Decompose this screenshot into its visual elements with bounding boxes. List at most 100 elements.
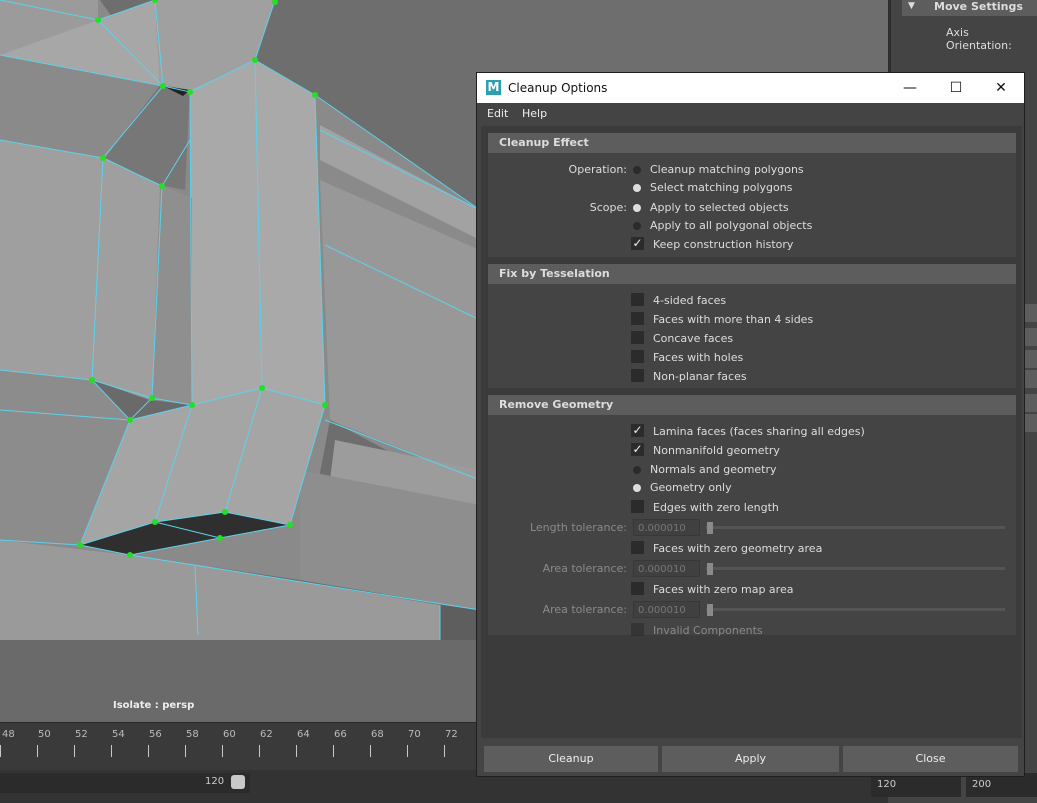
map-area-tolerance-field[interactable]: 0.000010	[633, 601, 700, 618]
operation-label: Operation:	[568, 163, 627, 176]
close-button[interactable]: Close	[843, 746, 1018, 772]
range-slider-handle[interactable]	[231, 775, 245, 789]
move-settings-title: Move Settings	[934, 0, 1023, 13]
tick-label: 56	[149, 729, 162, 740]
concave-checkbox[interactable]	[631, 331, 644, 344]
tick-mark	[259, 745, 260, 757]
move-settings-header[interactable]: ▼ Move Settings	[902, 0, 1037, 16]
tick-label: 52	[75, 729, 88, 740]
remove-geometry-section: Remove Geometry ✓ Lamina faces (faces sh…	[488, 395, 1016, 637]
invalid-components-label[interactable]: Invalid Components	[653, 624, 763, 637]
radio-cleanup-matching[interactable]	[633, 166, 641, 174]
tick-mark	[0, 745, 1, 757]
radio-normals-geometry[interactable]	[633, 466, 641, 474]
fix-tesselation-header[interactable]: Fix by Tesselation	[488, 264, 1016, 284]
maya-logo-icon: M	[486, 80, 501, 95]
tick-mark	[333, 745, 334, 757]
tick-mark	[407, 745, 408, 757]
scope-label: Scope:	[589, 201, 627, 214]
tick-label: 64	[297, 729, 310, 740]
tick-mark	[185, 745, 186, 757]
remove-geometry-title: Remove Geometry	[499, 398, 614, 411]
zero-length-edges-checkbox[interactable]	[631, 500, 644, 513]
concave-label[interactable]: Concave faces	[653, 332, 733, 345]
tick-mark	[296, 745, 297, 757]
invalid-components-checkbox[interactable]	[631, 623, 644, 636]
tick-mark	[222, 745, 223, 757]
more-than-four-label[interactable]: Faces with more than 4 sides	[653, 313, 813, 326]
zero-geometry-area-checkbox[interactable]	[631, 541, 644, 554]
menu-help[interactable]: Help	[522, 107, 547, 120]
four-sided-label[interactable]: 4-sided faces	[653, 294, 726, 307]
maximize-button[interactable]: ☐	[933, 73, 979, 103]
tick-mark	[148, 745, 149, 757]
tick-mark	[74, 745, 75, 757]
nonmanifold-label[interactable]: Nonmanifold geometry	[653, 444, 780, 457]
panel-fragment	[1024, 304, 1037, 322]
apply-button[interactable]: Apply	[662, 746, 839, 772]
area-tolerance-handle[interactable]	[707, 563, 713, 575]
remove-geometry-header[interactable]: Remove Geometry	[488, 395, 1016, 415]
cleanup-effect-title: Cleanup Effect	[499, 136, 589, 149]
tick-mark	[444, 745, 445, 757]
radio-select-matching-label[interactable]: Select matching polygons	[650, 181, 792, 194]
lamina-checkbox[interactable]: ✓	[631, 424, 644, 437]
zero-map-area-checkbox[interactable]	[631, 582, 644, 595]
area-tolerance-label: Area tolerance:	[542, 562, 627, 575]
radio-cleanup-matching-label[interactable]: Cleanup matching polygons	[650, 163, 804, 176]
cleanup-effect-header[interactable]: Cleanup Effect	[488, 133, 1016, 153]
map-area-tolerance-label: Area tolerance:	[542, 603, 627, 616]
radio-normals-geometry-label[interactable]: Normals and geometry	[650, 463, 777, 476]
radio-apply-all-label[interactable]: Apply to all polygonal objects	[650, 219, 812, 232]
length-tolerance-slider[interactable]	[706, 526, 1005, 529]
tick-label: 70	[408, 729, 421, 740]
map-area-tolerance-slider[interactable]	[706, 608, 1005, 611]
map-area-tolerance-handle[interactable]	[707, 604, 713, 616]
zero-length-edges-label[interactable]: Edges with zero length	[653, 501, 779, 514]
options-scroll-area: Cleanup Effect Operation: Cleanup matchi…	[481, 126, 1022, 738]
more-than-four-checkbox[interactable]	[631, 312, 644, 325]
cleanup-effect-section: Cleanup Effect Operation: Cleanup matchi…	[488, 133, 1016, 257]
tick-label: 50	[38, 729, 51, 740]
menu-edit[interactable]: Edit	[487, 107, 508, 120]
length-tolerance-handle[interactable]	[707, 522, 713, 534]
fix-tesselation-title: Fix by Tesselation	[499, 267, 610, 280]
cleanup-button[interactable]: Cleanup	[484, 746, 658, 772]
radio-geometry-only-label[interactable]: Geometry only	[650, 481, 732, 494]
holes-checkbox[interactable]	[631, 350, 644, 363]
non-planar-checkbox[interactable]	[631, 369, 644, 382]
range-end-value: 120	[205, 776, 225, 787]
close-window-button[interactable]: ✕	[978, 73, 1024, 103]
tick-mark	[111, 745, 112, 757]
area-tolerance-field[interactable]: 0.000010	[633, 560, 700, 577]
non-planar-label[interactable]: Non-planar faces	[653, 370, 747, 383]
isolate-label: Isolate : persp	[113, 700, 195, 711]
radio-apply-selected-label[interactable]: Apply to selected objects	[650, 201, 789, 214]
axis-orientation-label: Axis Orientation:	[946, 26, 1012, 52]
radio-select-matching[interactable]	[633, 184, 641, 192]
collapse-triangle-icon[interactable]: ▼	[908, 1, 915, 11]
radio-apply-all[interactable]	[633, 222, 641, 230]
radio-geometry-only[interactable]	[633, 484, 641, 492]
tick-mark	[370, 745, 371, 757]
lamina-label[interactable]: Lamina faces (faces sharing all edges)	[653, 425, 865, 438]
dialog-titlebar[interactable]: M Cleanup Options — ☐ ✕	[477, 73, 1024, 103]
zero-map-area-label[interactable]: Faces with zero map area	[653, 583, 793, 596]
length-tolerance-field[interactable]: 0.000010	[633, 519, 700, 536]
minimize-button[interactable]: —	[887, 73, 933, 103]
cleanup-options-dialog: M Cleanup Options — ☐ ✕ Edit Help Cleanu…	[476, 72, 1025, 777]
tick-label: 54	[112, 729, 125, 740]
tick-label: 58	[186, 729, 199, 740]
area-tolerance-slider[interactable]	[706, 567, 1005, 570]
radio-apply-selected[interactable]	[633, 204, 641, 212]
fix-tesselation-section: Fix by Tesselation 4-sided faces Faces w…	[488, 264, 1016, 388]
keep-history-checkbox[interactable]: ✓	[631, 237, 644, 250]
holes-label[interactable]: Faces with holes	[653, 351, 743, 364]
keep-history-label[interactable]: Keep construction history	[653, 238, 793, 251]
four-sided-checkbox[interactable]	[631, 293, 644, 306]
nonmanifold-checkbox[interactable]: ✓	[631, 443, 644, 456]
tick-label: 72	[445, 729, 458, 740]
zero-geometry-area-label[interactable]: Faces with zero geometry area	[653, 542, 822, 555]
tick-label: 68	[371, 729, 384, 740]
tick-label: 48	[2, 729, 15, 740]
